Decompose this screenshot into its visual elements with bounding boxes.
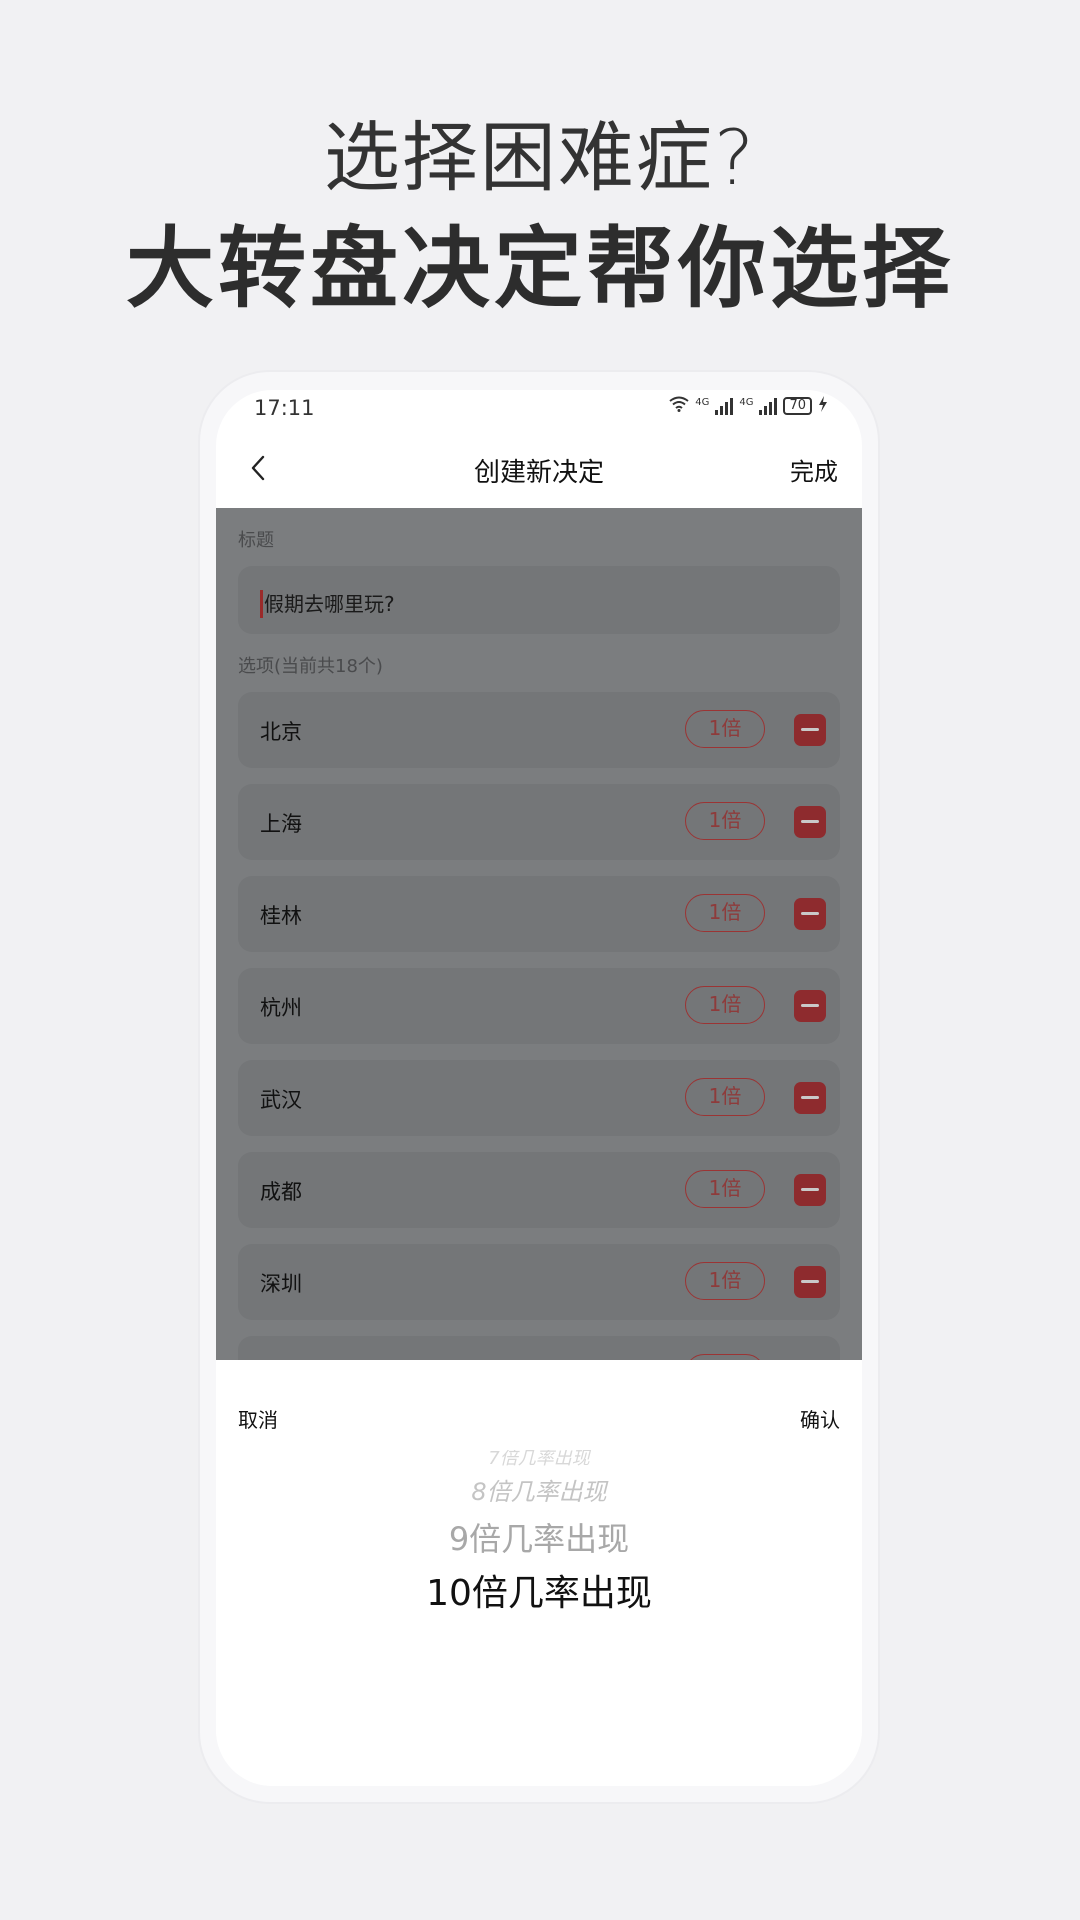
promo-headline: 选择困难症?	[323, 113, 757, 202]
phone-screen: 17:11 4G 4G 70 创建新决定 完成 标题 假期去哪里玩? 选项(当前…	[216, 390, 862, 1786]
nav-bar: 创建新决定 完成	[216, 434, 862, 508]
signal-icon	[715, 397, 734, 415]
status-bar: 17:11 4G 4G 70	[216, 390, 862, 434]
text-caret	[260, 589, 263, 618]
weight-button[interactable]: 1倍	[685, 894, 765, 932]
done-button[interactable]: 完成	[790, 452, 838, 487]
remove-icon[interactable]	[794, 1082, 826, 1114]
remove-icon[interactable]	[794, 714, 826, 746]
network-label-1: 4G	[695, 396, 710, 408]
option-name: 深圳	[260, 1272, 302, 1296]
remove-icon[interactable]	[794, 1266, 826, 1298]
weight-button[interactable]: 1倍	[685, 802, 765, 840]
status-time: 17:11	[254, 396, 315, 420]
picker-item[interactable]: 9倍几率出现	[216, 1514, 862, 1560]
option-row[interactable]: 桂林 1倍	[238, 876, 840, 952]
title-label: 标题	[238, 530, 274, 551]
option-name: 杭州	[260, 996, 302, 1020]
option-row[interactable]: 武汉 1倍	[238, 1060, 840, 1136]
promo-subheadline: 大转盘决定帮你选择	[125, 217, 954, 320]
signal-icon-2	[759, 397, 778, 415]
cancel-button[interactable]: 取消	[238, 1404, 278, 1433]
confirm-button[interactable]: 确认	[800, 1404, 840, 1433]
charging-icon	[818, 396, 828, 416]
option-row-partial[interactable]	[238, 1336, 840, 1360]
options-label: 选项(当前共18个)	[238, 656, 383, 677]
remove-icon[interactable]	[794, 898, 826, 930]
picker-item-selected[interactable]: 10倍几率出现	[216, 1564, 862, 1616]
network-label-2: 4G	[739, 396, 754, 408]
weight-picker-wheel[interactable]: 7倍几率出现 8倍几率出现 9倍几率出现 10倍几率出现	[216, 1450, 862, 1650]
title-input[interactable]: 假期去哪里玩?	[238, 566, 840, 634]
remove-icon[interactable]	[794, 990, 826, 1022]
form-content: 标题 假期去哪里玩? 选项(当前共18个) 北京 1倍 上海 1倍 桂林 1倍 …	[216, 508, 862, 1360]
option-name: 成都	[260, 1180, 302, 1204]
weight-button[interactable]: 1倍	[685, 1078, 765, 1116]
weight-button[interactable]: 1倍	[685, 1262, 765, 1300]
battery-icon: 70	[783, 397, 812, 415]
title-input-value: 假期去哪里玩?	[264, 592, 395, 616]
remove-icon[interactable]	[794, 806, 826, 838]
picker-item[interactable]: 7倍几率出现	[216, 1450, 862, 1470]
status-icons: 4G 4G 70	[669, 396, 828, 416]
option-row[interactable]: 成都 1倍	[238, 1152, 840, 1228]
option-name: 上海	[260, 812, 302, 836]
weight-button[interactable]: 1倍	[685, 1170, 765, 1208]
weight-button[interactable]: 1倍	[685, 986, 765, 1024]
weight-picker-sheet: 取消 确认 7倍几率出现 8倍几率出现 9倍几率出现 10倍几率出现	[216, 1360, 862, 1786]
remove-icon[interactable]	[794, 1174, 826, 1206]
option-name: 桂林	[260, 904, 302, 928]
picker-item[interactable]: 8倍几率出现	[216, 1472, 862, 1507]
option-row[interactable]: 杭州 1倍	[238, 968, 840, 1044]
page-title: 创建新决定	[473, 458, 604, 488]
wifi-icon	[669, 396, 689, 416]
option-name: 北京	[260, 720, 302, 744]
option-name: 武汉	[260, 1088, 302, 1112]
weight-button[interactable]: 1倍	[685, 710, 765, 748]
option-row[interactable]: 上海 1倍	[238, 784, 840, 860]
option-row[interactable]: 北京 1倍	[238, 692, 840, 768]
option-row[interactable]: 深圳 1倍	[238, 1244, 840, 1320]
